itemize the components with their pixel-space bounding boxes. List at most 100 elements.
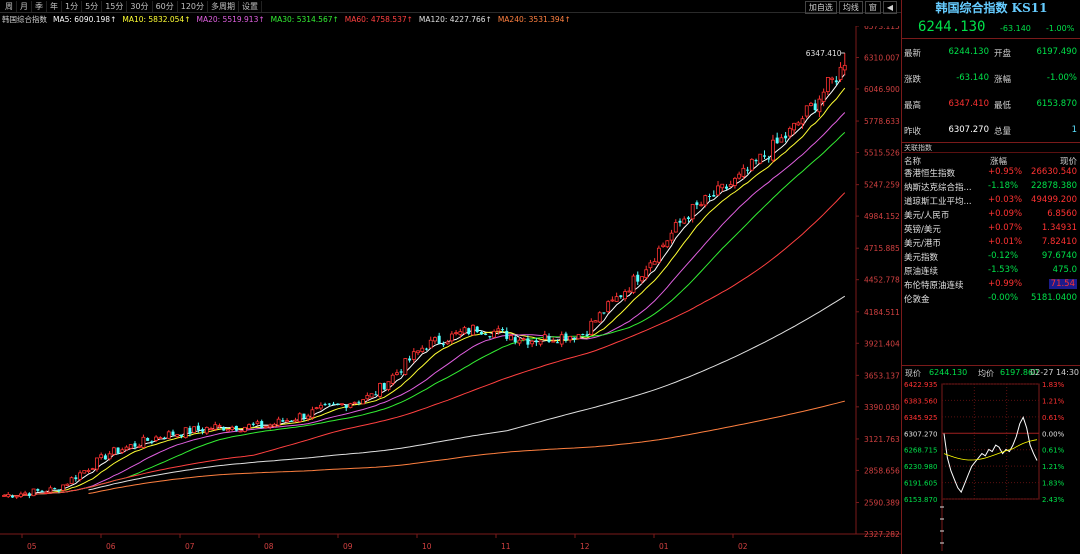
last-price: 6244.130	[918, 19, 986, 35]
related-name: 美元指数	[904, 253, 939, 263]
candle-body	[332, 403, 336, 405]
candle-body	[589, 320, 594, 336]
candle-body	[542, 334, 547, 340]
candle-body	[682, 218, 687, 224]
related-price: 97.6740	[1041, 251, 1077, 261]
related-row[interactable]: 美元/港币 +0.01% 7.82410	[902, 236, 1080, 250]
tab-year[interactable]: 年	[47, 1, 62, 12]
y-tick-label: 6573.115	[864, 26, 900, 31]
candle-body	[728, 184, 733, 187]
candle-body	[686, 217, 690, 220]
add-watchlist-button[interactable]: 加自选	[804, 1, 837, 14]
tab-month[interactable]: 月	[17, 1, 32, 12]
candle-body	[775, 137, 779, 144]
related-name: 纳斯达克综合指...	[904, 183, 972, 193]
quote-row-change: 涨跌 -63.140 涨幅 -1.00%	[902, 64, 1080, 90]
candle-body	[318, 404, 323, 409]
candle-body	[403, 358, 408, 375]
related-row[interactable]: 布伦特原油连续 +0.99% 71.54	[902, 278, 1080, 292]
intraday-chart[interactable]: 6422.935 1.83% 6383.560 1.21% 6345.925 0.61% 6…	[902, 379, 1080, 554]
candle-body	[597, 312, 602, 323]
candle-body	[475, 326, 479, 332]
related-row[interactable]: 道琼斯工业平均... +0.03% 49499.200	[902, 194, 1080, 208]
candle-body	[763, 155, 766, 157]
related-row[interactable]: 美元/人民币 +0.09% 6.8560	[902, 208, 1080, 222]
legend-ma30: MA30: 5314.567↑	[270, 15, 339, 24]
kline-panel[interactable]: 周 月 季 年 1分 5分 15分 30分 60分 120分 多周期 设置 加自…	[0, 0, 901, 554]
candle-body	[644, 269, 649, 278]
candle-body	[484, 333, 488, 335]
tab-quarter[interactable]: 季	[32, 1, 47, 12]
candle-body	[416, 350, 420, 354]
candle-body	[534, 340, 538, 343]
intraday-time: 02-27 14:30	[1030, 368, 1079, 377]
x-tick-label: 12	[580, 542, 590, 551]
value-volume: 1	[1071, 125, 1077, 135]
candle-body	[31, 488, 36, 497]
label-high: 最高	[904, 101, 922, 111]
related-row[interactable]: 英镑/美元 +0.07% 1.34931	[902, 222, 1080, 236]
tab-60min[interactable]: 60分	[153, 1, 178, 12]
candle-body	[217, 425, 222, 427]
candle-body	[36, 489, 40, 491]
candle-body	[559, 334, 564, 345]
candle-body	[247, 424, 251, 429]
collapse-arrow-icon[interactable]: ◀	[882, 1, 897, 14]
related-row[interactable]: 香港恒生指数 +0.95% 26630.540	[902, 166, 1080, 180]
related-price: 49499.200	[1031, 195, 1077, 205]
candle-body	[188, 427, 192, 434]
value-change: -63.140	[956, 73, 989, 83]
candle-body	[821, 91, 826, 102]
candle-body	[779, 137, 784, 143]
related-price: 22878.380	[1031, 181, 1077, 191]
max-annotation: 6347.410	[806, 49, 842, 58]
candle-body	[53, 488, 57, 490]
candle-body	[437, 335, 441, 344]
candlestick-chart[interactable]: 6573.115 6310.007 6046.900 5778.633 5515.526…	[0, 26, 901, 554]
tab-multi-period[interactable]: 多周期	[208, 1, 240, 12]
tab-settings[interactable]: 设置	[239, 1, 263, 12]
candle-body	[196, 425, 200, 430]
candle-body	[420, 347, 425, 353]
candle-body	[171, 431, 175, 436]
tab-30min[interactable]: 30分	[127, 1, 153, 12]
related-row[interactable]: 伦敦金 -0.00% 5181.0400	[902, 292, 1080, 306]
candle-body	[433, 337, 437, 342]
candle-body	[128, 444, 133, 449]
intraday-price-line	[943, 416, 1038, 494]
tab-120min[interactable]: 120分	[178, 1, 209, 12]
value-change-pct: -1.00%	[1046, 73, 1077, 83]
candle-body	[825, 77, 830, 92]
ma-line-ma240	[88, 400, 845, 494]
candle-body	[183, 427, 188, 439]
related-row[interactable]: 美元指数 -0.12% 97.6740	[902, 250, 1080, 264]
candle-body	[103, 455, 107, 460]
label-low: 最低	[994, 101, 1012, 111]
window-button[interactable]: 窗	[864, 1, 881, 14]
candle-body	[18, 493, 23, 497]
tab-week[interactable]: 周	[2, 1, 17, 12]
candle-body	[593, 320, 598, 323]
tab-5min[interactable]: 5分	[82, 1, 103, 12]
candle-body	[488, 336, 492, 338]
tab-15min[interactable]: 15分	[102, 1, 128, 12]
legend-index-name: 韩国综合指数	[2, 15, 47, 24]
ma-toggle-button[interactable]: 均线	[838, 1, 863, 14]
related-change: -0.12%	[988, 251, 1019, 261]
candle-body	[82, 470, 87, 474]
candle-body	[813, 103, 817, 110]
related-row[interactable]: 原油连续 -1.53% 475.0	[902, 264, 1080, 278]
candle-body	[90, 468, 95, 471]
quote-panel: 韩国综合指数 KS11 6244.130 -63.140 -1.00% 最新 6…	[901, 0, 1080, 554]
x-tick-label: 11	[501, 542, 511, 551]
related-index-title[interactable]: 关联指数	[902, 143, 1080, 153]
candle-body	[614, 296, 619, 302]
candle-body	[74, 477, 78, 480]
related-row[interactable]: 纳斯达克综合指... -1.18% 22878.380	[902, 180, 1080, 194]
tab-1min[interactable]: 1分	[62, 1, 83, 12]
price-row: 6244.130 -63.140 -1.00%	[902, 18, 1080, 38]
y-tick-label: 5247.259	[864, 181, 900, 190]
intraday-grid	[940, 383, 1040, 551]
related-price: 7.82410	[1041, 237, 1077, 247]
candle-body	[154, 436, 159, 441]
